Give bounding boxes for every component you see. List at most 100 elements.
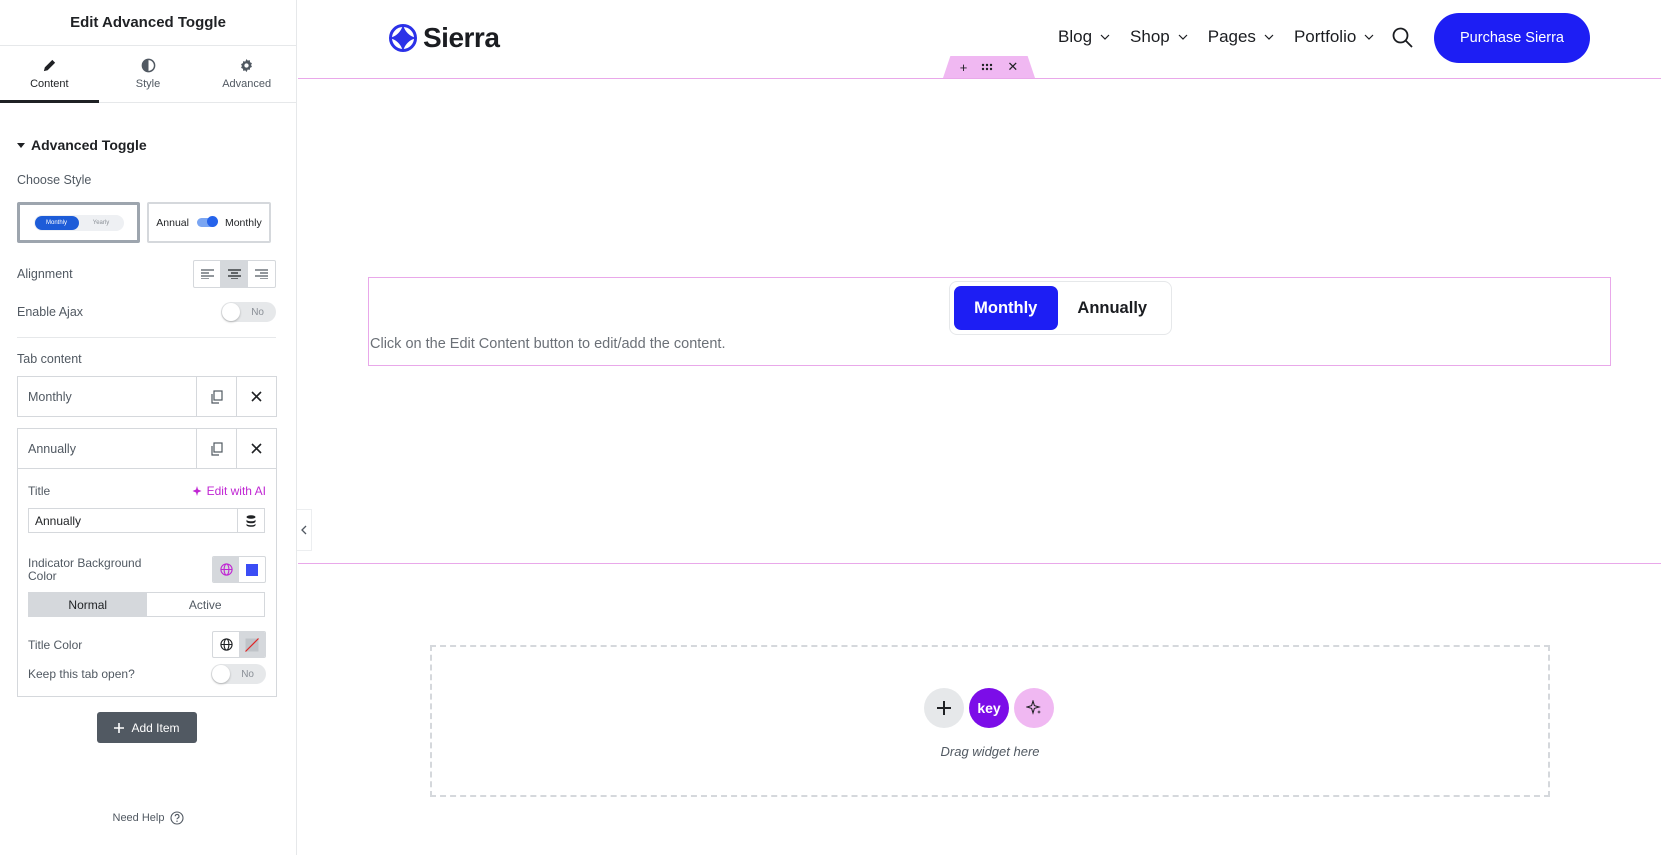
add-section-icon[interactable]: + (960, 60, 968, 75)
keep-open-toggle[interactable]: No (211, 664, 266, 684)
section-toggle-header[interactable]: Advanced Toggle (0, 128, 296, 162)
switch-preview-left: Annual (156, 216, 189, 229)
widget-hint-text: Click on the Edit Content button to edit… (370, 336, 726, 352)
global-colors-button[interactable] (213, 557, 239, 582)
enable-ajax-toggle[interactable]: No (221, 302, 276, 322)
align-right-button[interactable] (248, 261, 275, 287)
nav-item-portfolio[interactable]: Portfolio (1294, 27, 1374, 47)
globe-icon (219, 563, 233, 576)
style-option-pill[interactable]: Monthly Yearly (17, 202, 140, 243)
switch-preview-knob (196, 216, 218, 227)
pencil-icon (43, 59, 55, 72)
title-field-label: Title (28, 484, 51, 498)
add-widget-button[interactable] (924, 688, 964, 728)
database-icon (246, 514, 256, 527)
state-tabs: Normal Active (28, 592, 265, 617)
edit-with-ai-link[interactable]: Edit with AI (192, 484, 266, 498)
remove-button[interactable] (236, 429, 276, 468)
align-right-icon (255, 269, 268, 279)
plus-icon (114, 722, 125, 733)
drop-zone-text: Drag widget here (940, 744, 1040, 759)
repeater-item-form: Title Edit with AI Indicator Background … (17, 468, 277, 697)
style-option-switch[interactable]: Annual Monthly (147, 202, 271, 243)
nav-item-label: Portfolio (1293, 27, 1357, 46)
editor-panel: Edit Advanced Toggle Content Style Advan… (0, 0, 297, 855)
panel-title: Edit Advanced Toggle (0, 0, 296, 46)
need-help-label: Need Help (112, 812, 165, 824)
section-title: Advanced Toggle (31, 137, 147, 153)
search-icon (1392, 27, 1413, 48)
panel-tabs: Content Style Advanced (0, 46, 296, 103)
pill-preview-on: Monthly (34, 215, 79, 230)
toggle-widget-outline[interactable]: Monthly Annually Click on the Edit Conte… (368, 277, 1611, 366)
widget-drop-zone[interactable]: key Drag widget here (430, 645, 1550, 797)
chevron-down-icon (1264, 34, 1274, 40)
nav-item-blog[interactable]: Blog (1058, 27, 1110, 47)
ai-generate-button[interactable] (1014, 688, 1054, 728)
need-help-link[interactable]: Need Help (0, 811, 297, 825)
site-logo[interactable]: Sierra (389, 22, 500, 54)
align-center-icon (227, 269, 241, 279)
repeater-item[interactable]: Monthly (17, 376, 277, 417)
alignment-control (193, 260, 276, 288)
color-swatch (246, 563, 258, 576)
divider (17, 337, 276, 338)
tab-content[interactable]: Content (0, 46, 99, 103)
indicator-color-control (212, 556, 266, 583)
global-colors-button[interactable] (213, 632, 239, 657)
globe-icon (219, 638, 233, 651)
tab-advanced[interactable]: Advanced (197, 46, 296, 102)
title-color-control (212, 631, 266, 658)
copy-icon (210, 441, 223, 456)
enable-ajax-value: No (251, 306, 264, 318)
chevron-down-icon (1100, 34, 1110, 40)
nav-item-pages[interactable]: Pages (1208, 27, 1274, 47)
nav-item-shop[interactable]: Shop (1130, 27, 1188, 47)
tab-advanced-label: Advanced (222, 78, 272, 90)
choose-style-label: Choose Style (17, 173, 92, 187)
title-input[interactable] (29, 509, 237, 532)
drag-handle-icon[interactable] (981, 63, 993, 71)
close-icon (251, 443, 262, 454)
tab-style[interactable]: Style (99, 46, 198, 102)
preview-canvas: Sierra Blog Shop Pages Portfolio Purchas… (298, 0, 1661, 855)
nav-item-label: Blog (1058, 27, 1093, 46)
delete-section-icon[interactable]: ✕ (1007, 59, 1018, 75)
repeater-item-title[interactable]: Annually (18, 429, 196, 468)
purchase-button[interactable]: Purchase Sierra (1434, 13, 1590, 63)
sparkle-icon (1026, 700, 1041, 715)
gear-icon (241, 58, 253, 73)
toggle-option-monthly[interactable]: Monthly (954, 286, 1058, 330)
align-center-button[interactable] (221, 261, 248, 287)
title-color-swatch-button[interactable] (239, 632, 265, 657)
template-kit-button[interactable]: key (969, 688, 1009, 728)
tab-content-label: Content (30, 78, 69, 90)
main-nav: Blog Shop Pages Portfolio (1058, 27, 1374, 47)
tab-content-label: Tab content (17, 352, 82, 366)
keep-open-value: No (241, 668, 254, 680)
toggle-option-annually[interactable]: Annually (1058, 286, 1167, 330)
state-tab-active[interactable]: Active (147, 593, 265, 616)
alignment-label: Alignment (17, 267, 73, 281)
duplicate-button[interactable] (196, 429, 236, 468)
search-button[interactable] (1392, 27, 1413, 53)
remove-button[interactable] (236, 377, 276, 416)
add-item-button[interactable]: Add Item (97, 712, 197, 743)
tab-style-label: Style (135, 78, 161, 90)
drop-zone-actions: key (924, 688, 1054, 728)
copy-icon (210, 389, 223, 404)
nav-item-label: Shop (1130, 27, 1170, 46)
repeater-item[interactable]: Annually (17, 428, 277, 469)
switch-preview-right: Monthly (224, 216, 262, 229)
indicator-color-swatch-button[interactable] (239, 557, 265, 582)
state-tab-normal[interactable]: Normal (29, 593, 147, 616)
sparkle-icon (192, 485, 202, 496)
pill-preview: Monthly Yearly (33, 214, 124, 231)
add-item-label: Add Item (131, 720, 180, 735)
duplicate-button[interactable] (196, 377, 236, 416)
repeater-item-title[interactable]: Monthly (18, 377, 196, 416)
dynamic-tags-button[interactable] (237, 509, 264, 532)
align-left-button[interactable] (194, 261, 221, 287)
plus-icon (937, 701, 951, 715)
help-circle-icon (170, 811, 185, 825)
